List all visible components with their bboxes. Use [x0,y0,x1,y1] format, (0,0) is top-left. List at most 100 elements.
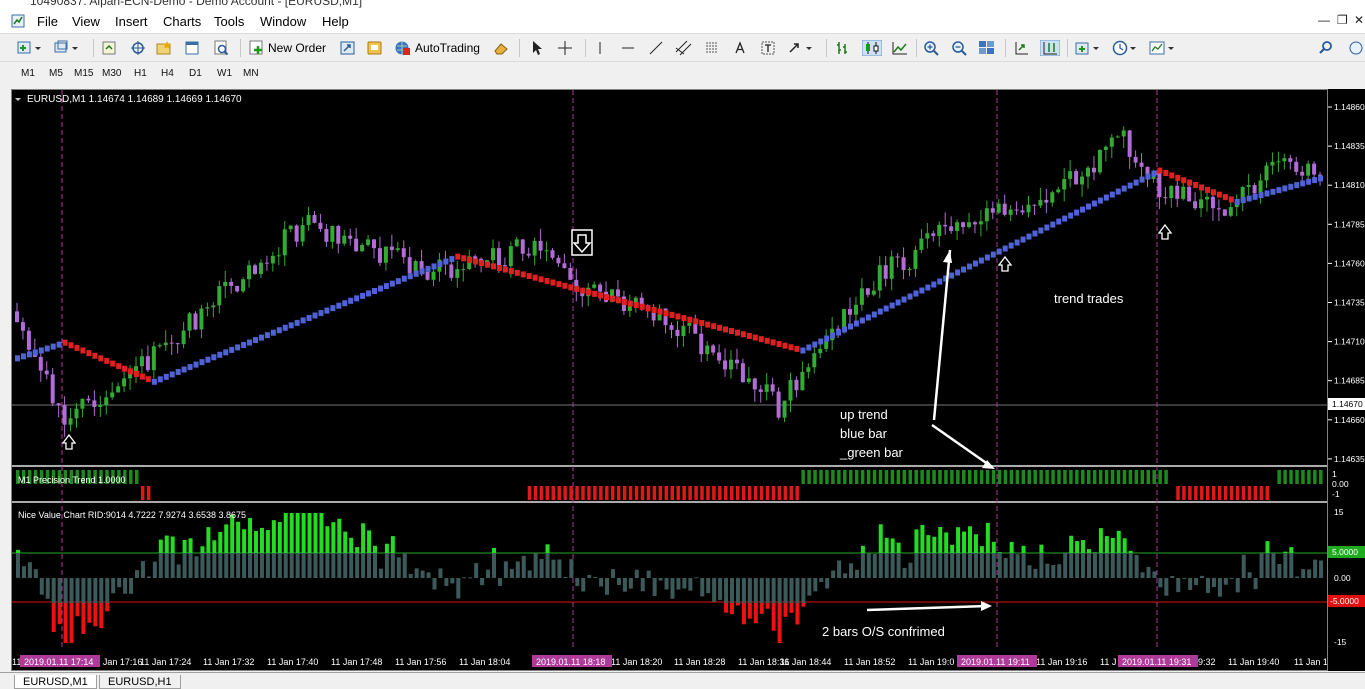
nvc-bar [492,553,496,578]
chart-shift-button[interactable] [1040,38,1060,58]
metaeditor-button[interactable] [366,38,384,58]
timeframe-m15[interactable]: M15 [74,68,93,79]
menu-charts[interactable]: Charts [163,14,201,29]
menu-insert[interactable]: Insert [115,14,148,29]
trend-down-bar [629,486,633,500]
expand-button[interactable] [339,38,357,58]
nvc-bar [1236,578,1240,592]
close-icon[interactable]: ✕ [1354,13,1364,27]
zoom-in-button[interactable] [923,38,941,58]
chart-window[interactable]: EURUSD,M1 1.14674 1.14689 1.14669 1.1467… [11,89,1328,671]
nvc-bar-overbought [373,546,377,553]
candle-body [259,263,263,274]
nvc-bar [813,578,817,591]
templates-button[interactable] [1149,38,1177,58]
strategy-tester-button[interactable] [213,38,231,58]
periods-button[interactable] [1112,38,1140,58]
tab-eurusd-m1[interactable]: EURUSD,M1 [14,675,97,689]
line-chart-button[interactable] [891,38,909,58]
crosshair-tool[interactable] [557,38,573,58]
profiles-button[interactable] [54,38,80,58]
timeframe-m30[interactable]: M30 [102,68,121,79]
book-icon [366,40,384,56]
trend-up-bar [1319,470,1323,484]
nvc-bar [444,578,448,586]
trend-dot [771,339,776,345]
candle-body [432,272,436,280]
trend-dot [658,309,663,315]
minimize-icon[interactable]: — [1318,13,1330,27]
trend-dot [866,315,871,321]
menu-file[interactable]: File [37,14,58,29]
timeframe-m5[interactable]: M5 [49,68,63,79]
candlestick-button[interactable] [862,38,882,58]
timeframe-h1[interactable]: H1 [134,68,147,79]
market-watch-button[interactable] [101,38,119,58]
timeframe-h4[interactable]: H4 [161,68,174,79]
tile-windows-button[interactable] [978,38,996,58]
data-window-button[interactable] [130,38,148,58]
text-tool[interactable] [734,38,746,58]
cursor-tool[interactable] [530,38,544,58]
nvc-bar-overbought [284,513,288,553]
autotrading-button[interactable]: AutoTrading [394,38,480,58]
nvc-bar [724,578,728,603]
trend-dot [122,366,127,372]
trend-dot [259,335,264,341]
crosshair-icon [557,40,573,56]
trendline-tool[interactable] [648,38,664,58]
search-button[interactable] [1318,38,1334,58]
menu-view[interactable]: View [72,14,100,29]
indicators-button[interactable] [1075,38,1103,58]
menu-help[interactable]: Help [322,14,349,29]
new-order-button[interactable]: New Order [249,38,326,58]
nvc-bar [938,553,942,578]
timeframe-w1[interactable]: W1 [217,68,232,79]
new-chart-button[interactable] [17,38,43,58]
community-button[interactable] [1348,38,1364,58]
nvc-bar [1188,578,1192,590]
terminal-button[interactable] [184,38,202,58]
trend-dot [1092,201,1097,207]
menu-tools[interactable]: Tools [214,14,244,29]
trend-dot [140,374,145,380]
timeframe-d1[interactable]: D1 [189,68,202,79]
nvc-bar-oversold [784,603,788,617]
trend-dot [479,260,484,266]
up-arrow-icon [63,435,75,449]
equidistant-channel-tool[interactable] [675,38,693,58]
tab-eurusd-h1[interactable]: EURUSD,H1 [99,675,181,689]
nvc-bar-overbought [1069,536,1073,553]
nvc-bar-overbought [236,522,240,553]
trend-dot [842,326,847,332]
zoom-out-button[interactable] [951,38,969,58]
text-label-tool[interactable] [760,38,776,58]
bar-chart-button[interactable] [835,38,853,58]
nvc-bar [968,553,972,578]
restore-icon[interactable]: ❐ [1337,13,1348,27]
nvc-bar [456,578,460,598]
horizontal-line-tool[interactable] [620,38,636,58]
trend-dot [1080,207,1085,213]
candle-body [967,222,971,227]
cursor-arrow-icon [530,40,544,56]
price-chart-svg[interactable]: EURUSD,M1 1.14674 1.14689 1.14669 1.1467… [12,90,1328,671]
arrows-tool[interactable] [788,38,816,58]
candle-body [949,226,953,231]
menu-window[interactable]: Window [260,14,306,29]
nvc-bar-overbought [992,542,996,553]
nvc-bar-overbought [546,544,550,553]
options-button[interactable] [492,38,510,58]
fibonacci-tool[interactable] [704,38,720,58]
vertical-line-tool[interactable] [596,38,604,58]
navigator-button[interactable] [156,38,174,58]
nvc-bar [1224,578,1228,585]
timeframe-mn[interactable]: MN [243,68,259,79]
timeframe-m1[interactable]: M1 [21,68,35,79]
trend-dot [1163,170,1168,176]
app-icon[interactable] [11,14,25,28]
auto-scroll-button[interactable] [1013,38,1031,58]
trend-dot [354,295,359,301]
candle-body [223,282,227,286]
new-order-label: New Order [268,41,326,55]
